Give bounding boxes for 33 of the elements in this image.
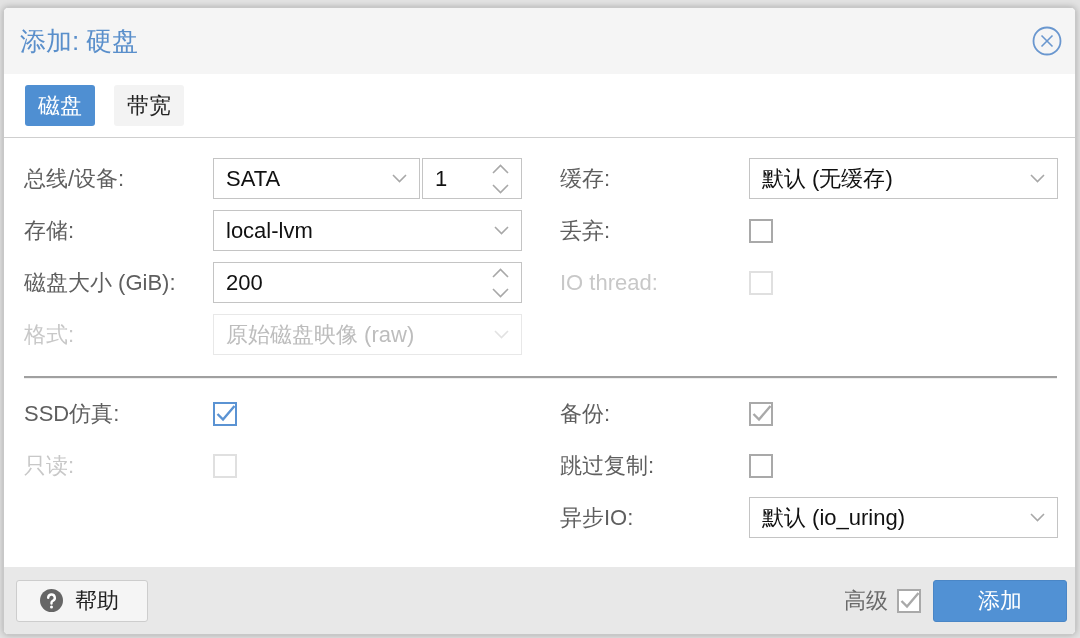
caret-icon — [494, 226, 509, 235]
field-label: SSD仿真: — [24, 399, 121, 428]
field-label: 备份: — [560, 399, 612, 428]
caret-icon — [1030, 513, 1045, 522]
checkbox[interactable] — [749, 401, 773, 426]
dropdown-field[interactable]: 默认 (io_uring) — [749, 497, 1058, 538]
help-icon — [40, 589, 63, 612]
number-field[interactable]: 1 — [422, 158, 522, 199]
field-label: 磁盘大小 (GiB): — [24, 268, 177, 297]
caret-icon — [392, 174, 407, 183]
caret-icon — [1030, 174, 1045, 183]
spinner-icon[interactable] — [492, 267, 509, 298]
checkbox[interactable] — [749, 453, 773, 478]
checkbox[interactable] — [213, 401, 237, 426]
spinner-icon[interactable] — [492, 163, 509, 194]
help-button[interactable]: 帮助 — [16, 579, 148, 622]
field-label: 缓存: — [560, 164, 612, 193]
caret-icon — [494, 330, 509, 339]
dropdown-field[interactable]: 默认 (无缓存) — [749, 158, 1058, 199]
field-label: 跳过复制: — [560, 451, 656, 480]
field-label: 总线/设备: — [24, 164, 126, 193]
checkbox[interactable] — [897, 588, 921, 613]
checkbox[interactable] — [749, 218, 773, 243]
dropdown-field[interactable]: SATA — [213, 158, 420, 199]
number-field[interactable]: 200 — [213, 262, 522, 303]
dropdown-field[interactable]: local-lvm — [213, 210, 522, 251]
close-icon[interactable] — [1032, 26, 1062, 56]
tab[interactable]: 带宽 — [114, 85, 184, 126]
checkbox-label: 高级 — [844, 586, 888, 615]
field-label: 异步IO: — [560, 503, 635, 532]
window-title: 添加: 硬盘 — [20, 24, 139, 58]
field-label: 丢弃: — [560, 216, 612, 245]
field-label: 存储: — [24, 216, 76, 245]
